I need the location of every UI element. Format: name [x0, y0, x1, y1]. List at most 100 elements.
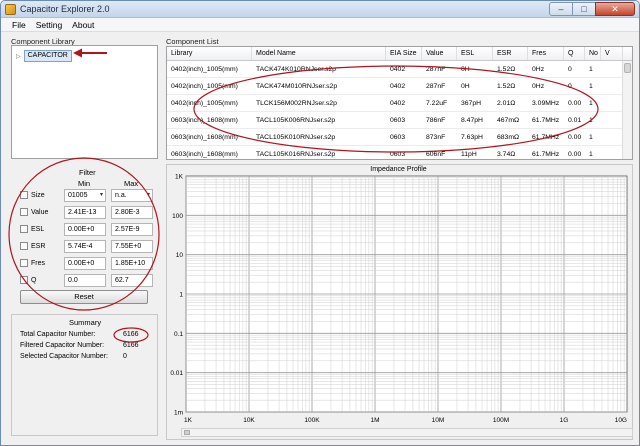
column-header[interactable]: Library: [167, 47, 252, 60]
filter-min-value: 01005: [68, 191, 88, 199]
column-header[interactable]: ESR: [493, 47, 528, 60]
filter-row-fres: Fres 0.00E+0 1.85E+10: [20, 256, 158, 270]
x-tick-label: 1G: [560, 417, 569, 424]
table-cell: 1.52Ω: [497, 83, 516, 90]
table-cell: 61.7MHz: [532, 117, 560, 124]
filter-min-input[interactable]: 01005 ▾: [64, 188, 106, 202]
library-tree[interactable]: ▷ CAPACITOR: [11, 45, 158, 159]
filter-min-input[interactable]: 0.0: [64, 273, 106, 287]
y-tick-label: 1m: [174, 410, 183, 417]
table-row[interactable]: 0603(inch)_1608(mm) TACL105K006RNJser.s2p…: [167, 112, 632, 129]
filter-checkbox-value[interactable]: [20, 208, 28, 216]
table-cell: 1: [589, 151, 593, 158]
filter-row-q: Q 0.0 62.7: [20, 273, 158, 287]
summary-value: 6166: [123, 342, 139, 349]
impedance-chart[interactable]: 1K 10K 100K 1M 10M 100M 1G 10G 1K 100 10 1 0.1 0.01 1m: [166, 173, 633, 428]
filter-label: ESL: [31, 225, 45, 233]
filter-max-input[interactable]: 2.57E-9: [111, 222, 153, 236]
summary-label: Selected Capacitor Number:: [20, 353, 108, 360]
filter-checkbox-fres[interactable]: [20, 259, 28, 267]
filter-min-input[interactable]: 0.00E+0: [64, 222, 106, 236]
filter-max-input[interactable]: 1.85E+10: [111, 256, 153, 270]
filter-checkbox-size[interactable]: [20, 191, 28, 199]
table-cell: 786nF: [426, 117, 446, 124]
filter-max-input[interactable]: 2.80E-3: [111, 205, 153, 219]
chevron-down-icon[interactable]: ▾: [100, 190, 103, 201]
table-row[interactable]: 0402(inch)_1005(mm) TACK474M010RNJser.s2p…: [167, 78, 632, 95]
scrollbar-thumb[interactable]: [624, 63, 631, 73]
filter-row-size: Size 01005 ▾ n.a. ▾: [20, 188, 158, 202]
menu-about[interactable]: About: [67, 18, 99, 31]
filter-row-esr: ESR 5.74E-4 7.55E+0: [20, 239, 158, 253]
filter-min-input[interactable]: 5.74E-4: [64, 239, 106, 253]
chart-horizontal-scrollbar[interactable]: [181, 428, 633, 437]
filter-max-value: 62.7: [115, 276, 129, 284]
tree-expand-icon[interactable]: ▷: [16, 53, 21, 60]
app-icon: [5, 4, 16, 15]
table-vertical-scrollbar[interactable]: [622, 61, 632, 159]
table-cell: 0402: [390, 66, 406, 73]
menu-file[interactable]: File: [7, 18, 31, 31]
table-cell: 367pH: [461, 100, 482, 107]
minimize-button[interactable]: –: [549, 2, 573, 16]
table-cell: [601, 146, 623, 159]
table-cell: TACL105K006RNJser.s2p: [256, 117, 336, 124]
summary-label: Total Capacitor Number:: [20, 331, 96, 338]
table-cell: 0603: [390, 151, 406, 158]
table-header: Library Model Name EIA Size Value ESL ESR Fres…: [167, 47, 632, 61]
column-header[interactable]: V: [601, 47, 623, 60]
component-list-label: Component List: [166, 37, 219, 46]
column-header[interactable]: Value: [422, 47, 457, 60]
filter-checkbox-esl[interactable]: [20, 225, 28, 233]
column-header[interactable]: Fres: [528, 47, 564, 60]
table-row[interactable]: 0603(inch)_1608(mm) TACL105K010RNJser.s2p…: [167, 129, 632, 146]
table-cell: TACK474M010RNJser.s2p: [256, 83, 338, 90]
filter-max-input[interactable]: 7.55E+0: [111, 239, 153, 253]
filter-row-value: Value 2.41E-13 2.80E-3: [20, 205, 158, 219]
filter-checkbox-q[interactable]: [20, 276, 28, 284]
summary-value: 0: [123, 353, 127, 360]
filter-min-input[interactable]: 0.00E+0: [64, 256, 106, 270]
table-row[interactable]: 0402(inch)_1005(mm) TLCK156M002RNJser.s2p…: [167, 95, 632, 112]
filter-max-input[interactable]: 62.7: [111, 273, 153, 287]
maximize-button[interactable]: □: [572, 2, 596, 16]
reset-button[interactable]: Reset: [20, 290, 148, 304]
table-cell: 1: [589, 100, 593, 107]
table-cell: 1: [589, 83, 593, 90]
table-cell: 0H: [461, 83, 470, 90]
column-header[interactable]: Model Name: [252, 47, 386, 60]
table-cell: 7.22uF: [426, 100, 448, 107]
filter-min-input[interactable]: 2.41E-13: [64, 205, 106, 219]
filter-checkbox-esr[interactable]: [20, 242, 28, 250]
chevron-down-icon[interactable]: ▾: [147, 190, 150, 201]
x-tick-label: 10G: [615, 417, 627, 424]
table-cell: 0.00: [568, 100, 582, 107]
filter-label: Value: [31, 208, 49, 216]
table-row[interactable]: 0603(inch)_1608(mm) TACL105K016RNJser.s2p…: [167, 146, 632, 159]
column-header[interactable]: EIA Size: [386, 47, 422, 60]
table-cell: TLCK156M002RNJser.s2p: [256, 100, 337, 107]
filter-max-value: 7.55E+0: [115, 242, 142, 250]
table-cell: TACK474K010RNJser.s2p: [256, 66, 336, 73]
scrollbar-thumb[interactable]: [184, 430, 190, 435]
title-bar: Capacitor Explorer 2.0 – □ ✕: [1, 1, 639, 18]
column-header[interactable]: No: [585, 47, 601, 60]
component-table[interactable]: Library Model Name EIA Size Value ESL ESR Fres…: [166, 46, 633, 160]
filter-max-input[interactable]: n.a. ▾: [111, 188, 153, 202]
column-header[interactable]: Q: [564, 47, 585, 60]
filter-min-value: 2.41E-13: [68, 208, 97, 216]
table-cell: 0Hz: [532, 66, 545, 73]
close-button[interactable]: ✕: [595, 2, 635, 16]
x-tick-label: 1K: [184, 417, 193, 424]
summary-title: Summary: [69, 318, 102, 327]
table-cell: 0: [568, 83, 572, 90]
filter-max-value: n.a.: [115, 191, 127, 199]
maximize-icon: □: [581, 4, 587, 14]
table-cell: 0603(inch)_1608(mm): [171, 134, 238, 141]
menu-setting[interactable]: Setting: [31, 18, 67, 31]
tree-item-capacitor[interactable]: ▷ CAPACITOR: [16, 50, 72, 62]
table-row[interactable]: 0402(inch)_1005(mm) TACK474K010RNJser.s2p…: [167, 61, 632, 78]
column-header[interactable]: ESL: [457, 47, 493, 60]
table-cell: 0402: [390, 100, 406, 107]
x-tick-label: 100K: [304, 417, 320, 424]
